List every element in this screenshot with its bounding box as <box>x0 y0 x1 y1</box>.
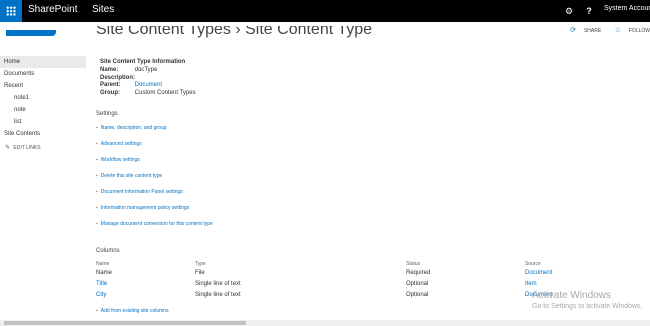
parent-link[interactable]: Document <box>135 82 162 88</box>
setting-link-document-information-panel[interactable]: ▪ Document Information Panel settings <box>96 188 213 204</box>
column-name-link[interactable]: Title <box>96 279 107 290</box>
brand-link[interactable]: SharePoint <box>28 4 77 15</box>
columns-heading: Columns <box>96 248 120 254</box>
nav-item-note1[interactable]: note1 <box>0 92 86 104</box>
setting-label: Information management policy settings <box>100 205 190 211</box>
app-launcher-button[interactable] <box>0 0 22 22</box>
site-logo[interactable] <box>6 30 56 36</box>
column-type-cell: Single line of text <box>195 292 241 298</box>
waffle-icon <box>6 6 16 16</box>
table-row: Name File Required Document <box>96 268 646 279</box>
setting-link-workflow[interactable]: ▪ Workflow settings <box>96 156 213 172</box>
setting-label: Delete this site content type <box>100 173 163 179</box>
gear-icon[interactable]: ⚙ <box>558 0 580 22</box>
pencil-icon: ✎ <box>5 145 11 151</box>
bullet-icon: ▪ <box>96 141 98 147</box>
column-status-cell: Optional <box>406 292 429 298</box>
column-status-cell: Optional <box>406 281 429 287</box>
bullet-icon: ▪ <box>96 173 98 179</box>
setting-link-document-conversion[interactable]: ▪ Manage document conversion for this con… <box>96 220 213 236</box>
nav-item-note[interactable]: note <box>0 104 86 116</box>
add-existing-label: Add from existing site columns <box>100 308 169 314</box>
setting-label: Workflow settings <box>100 157 140 163</box>
add-existing-columns-link[interactable]: ▪ Add from existing site columns <box>96 308 169 314</box>
nav-item-list[interactable]: list <box>0 116 86 128</box>
share-icon: ⟳ <box>570 27 576 34</box>
user-menu[interactable]: System Account <box>604 5 650 12</box>
setting-label: Manage document conversion for this cont… <box>100 221 213 227</box>
column-source-link[interactable]: Item <box>525 279 537 290</box>
bullet-icon: ▪ <box>96 157 98 163</box>
info-label: Description: <box>100 74 136 81</box>
settings-list: ▪ Name, description, and group ▪ Advanced … <box>96 124 213 236</box>
info-label: Parent: <box>100 82 121 88</box>
column-type-cell: File <box>195 270 205 276</box>
table-row: Title Single line of text Optional Item <box>96 279 646 290</box>
sites-link[interactable]: Sites <box>92 4 114 15</box>
setting-link-delete[interactable]: ▪ Delete this site content type <box>96 172 213 188</box>
bullet-icon: ▪ <box>96 125 98 131</box>
info-row-parent: Parent: Document <box>100 82 196 90</box>
column-name-link[interactable]: City <box>96 290 106 301</box>
help-icon[interactable]: ? <box>578 0 600 22</box>
column-header-name: Name <box>96 261 110 267</box>
suite-bar: SharePoint Sites ⚙ ? System Account <box>0 0 650 22</box>
nav-item-recent[interactable]: Recent <box>0 80 86 92</box>
info-row-name: Name: docType <box>100 67 196 75</box>
watermark-subtitle: Go to Settings to activate Windows. <box>532 303 643 310</box>
edit-links-button[interactable]: ✎ EDIT LINKS <box>0 144 86 151</box>
setting-label: Advanced settings <box>100 141 142 147</box>
bullet-icon: ▪ <box>96 308 98 314</box>
content-type-info: Site Content Type Information Name: docT… <box>100 59 196 97</box>
info-row-group: Group: Custom Content Types <box>100 90 196 98</box>
info-heading: Site Content Type Information <box>100 59 186 65</box>
nav-item-documents[interactable]: Documents <box>0 68 86 80</box>
setting-link-advanced[interactable]: ▪ Advanced settings <box>96 140 213 156</box>
column-status-cell: Required <box>406 270 431 276</box>
share-button[interactable]: ⟳ SHARE <box>564 26 601 34</box>
share-label: SHARE <box>583 28 602 34</box>
bullet-icon: ▪ <box>96 189 98 195</box>
settings-heading: Settings <box>96 111 118 117</box>
nav-item-site-contents[interactable]: Site Contents <box>0 128 86 140</box>
info-value: Custom Content Types <box>134 89 196 96</box>
info-label: Group: <box>100 89 120 96</box>
column-type-cell: Single line of text <box>195 281 241 287</box>
table-header-row: Name Type Status Source <box>96 260 646 268</box>
setting-label: Document Information Panel settings <box>100 189 183 195</box>
page-title: Site Content Types › Site Content Type <box>96 26 373 38</box>
info-value: docType <box>134 67 158 73</box>
follow-icon: ☆ <box>614 27 621 34</box>
bullet-icon: ▪ <box>96 205 98 211</box>
edit-links-label: EDIT LINKS <box>13 145 41 151</box>
info-label: Name: <box>100 67 119 73</box>
activate-windows-watermark: Activate Windows Go to Settings to activ… <box>532 290 643 310</box>
nav-item-home[interactable]: Home <box>0 56 86 68</box>
bullet-icon: ▪ <box>96 221 98 227</box>
scrollbar-thumb[interactable] <box>4 321 246 325</box>
info-row-description: Description: <box>100 75 196 83</box>
column-header-source: Source <box>525 261 541 267</box>
horizontal-scrollbar[interactable] <box>0 320 650 326</box>
column-header-type: Type <box>195 261 206 267</box>
column-source-link[interactable]: Document <box>525 268 552 279</box>
action-bar: ⟳ SHARE ☆ FOLLOW <box>558 26 650 34</box>
left-nav: Home Documents Recent note1 note list Si… <box>0 56 86 151</box>
setting-link-information-management-policy[interactable]: ▪ Information management policy settings <box>96 204 213 220</box>
watermark-title: Activate Windows <box>532 290 611 301</box>
follow-button[interactable]: ☆ FOLLOW <box>609 26 650 34</box>
column-name-cell: Name <box>96 270 113 276</box>
setting-label: Name, description, and group <box>100 125 167 131</box>
setting-link-name-description-group[interactable]: ▪ Name, description, and group <box>96 124 213 140</box>
follow-label: FOLLOW <box>628 28 650 34</box>
column-header-status: Status <box>406 261 421 267</box>
